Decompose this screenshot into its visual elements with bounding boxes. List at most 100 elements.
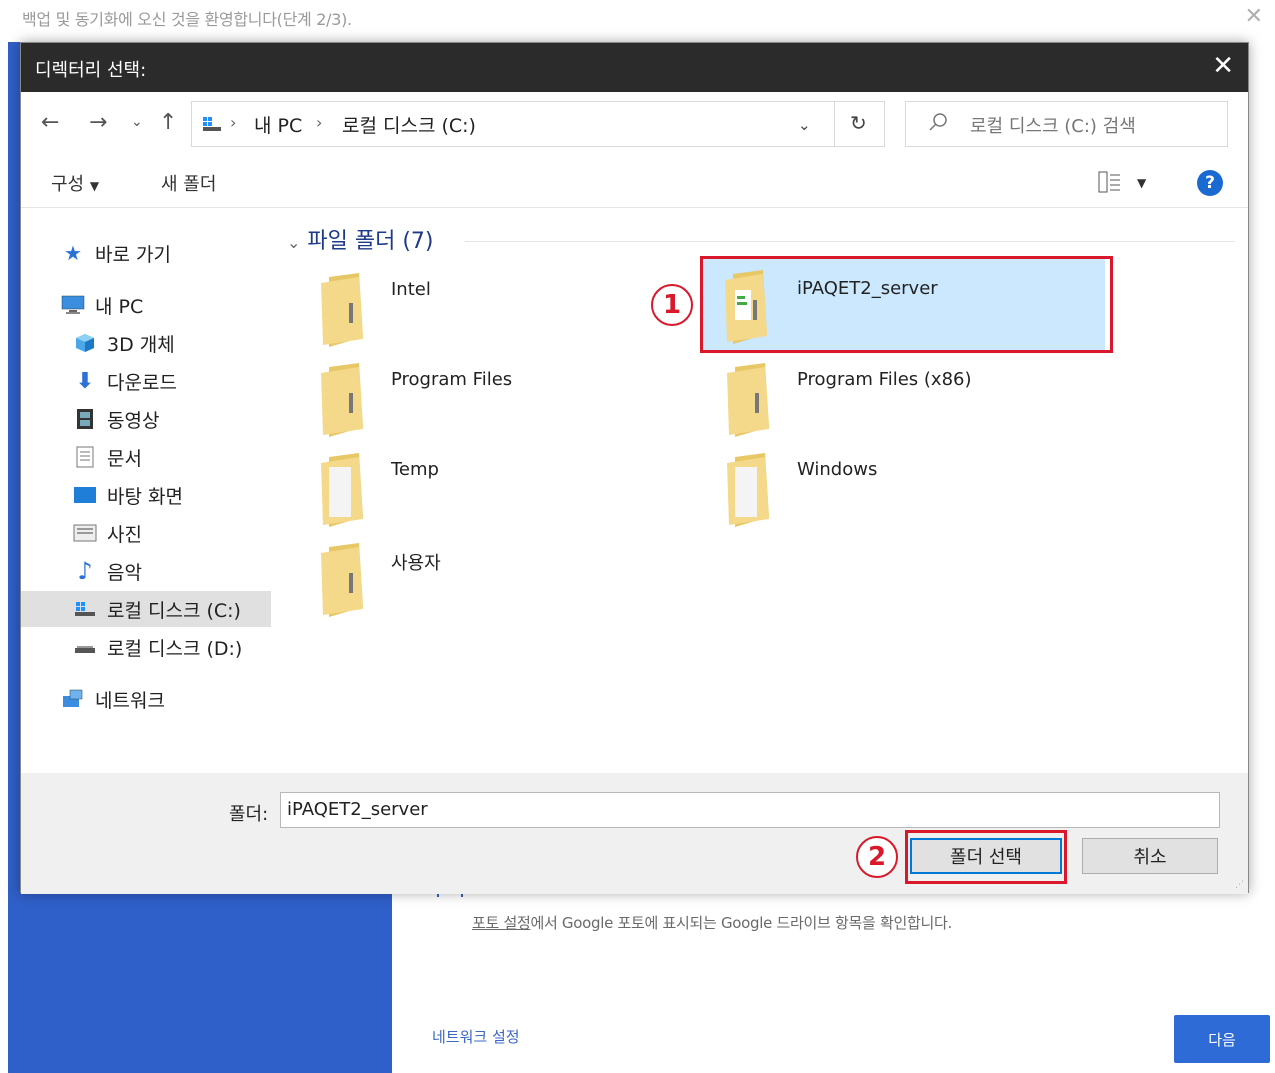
dropdown-arrow-icon: ▼ xyxy=(89,179,100,193)
breadcrumb-separator: › xyxy=(230,113,237,132)
search-placeholder: 로컬 디스크 (C:) 검색 xyxy=(970,116,1136,137)
callout-box-2 xyxy=(905,830,1067,884)
view-dropdown-icon[interactable]: ▼ xyxy=(1137,176,1146,190)
forward-icon[interactable]: → xyxy=(89,110,107,135)
address-divider xyxy=(834,102,835,146)
dialog-title: 디렉터리 선택: xyxy=(35,60,147,81)
folder-name-input[interactable]: iPAQET2_server xyxy=(280,792,1220,828)
sidebar-item-local-disk-c[interactable]: 로컬 디스크 (C:) xyxy=(21,591,271,627)
breadcrumb-separator: › xyxy=(316,113,323,132)
drive-icon xyxy=(73,598,97,620)
folder-icon xyxy=(321,453,363,527)
sidebar-item-3d-objects[interactable]: 3D 개체 xyxy=(21,325,271,361)
search-box[interactable]: 로컬 디스크 (C:) 검색 xyxy=(905,101,1228,147)
folder-field-label: 폴더: xyxy=(229,804,269,825)
computer-icon xyxy=(61,294,85,316)
star-icon: ★ xyxy=(64,241,82,265)
google-photos-info: 포토 설정에서 Google 포토에 표시되는 Google 드라이브 항목을 … xyxy=(472,912,952,933)
navigation-pane: ★ 바로 가기 내 PC 3D 개체 ⬇ 다운로드 동영상 문서 바탕 화면 사… xyxy=(21,209,271,769)
folder-name: Intel xyxy=(391,279,431,300)
dialog-titlebar: 디렉터리 선택: ✕ xyxy=(21,43,1248,92)
sidebar-item-label: 음악 xyxy=(107,561,142,584)
folder-name: 사용자 xyxy=(391,553,441,574)
folder-item-program-files-x86[interactable]: Program Files (x86) xyxy=(695,355,1099,445)
organize-menu[interactable]: 구성 ▼ xyxy=(51,170,99,196)
address-dropdown-icon[interactable]: ⌄ xyxy=(798,116,811,134)
group-header-label: 파일 폴더 (7) xyxy=(307,229,434,254)
address-bar[interactable]: › 내 PC › 로컬 디스크 (C:) ⌄ ↻ xyxy=(191,101,885,147)
sidebar-item-label: 문서 xyxy=(107,447,142,470)
sidebar-item-documents[interactable]: 문서 xyxy=(21,439,271,475)
cancel-button[interactable]: 취소 xyxy=(1082,838,1218,874)
drive-icon xyxy=(73,636,97,658)
photo-settings-link[interactable]: 포토 설정 xyxy=(472,914,531,932)
breadcrumb-local-disk-c[interactable]: 로컬 디스크 (C:) xyxy=(342,111,476,138)
folder-name: Windows xyxy=(797,459,878,480)
folder-icon xyxy=(321,273,363,347)
next-button[interactable]: 다음 xyxy=(1174,1015,1270,1063)
help-icon[interactable]: ? xyxy=(1197,170,1223,196)
navigation-bar: ← → ⌄ ↑ › 내 PC › 로컬 디스크 (C:) ⌄ ↻ 로컬 디스크 … xyxy=(21,92,1248,158)
dialog-close-icon[interactable]: ✕ xyxy=(1212,51,1234,81)
background-window-title: 백업 및 동기화에 오신 것을 환영합니다(단계 2/3). xyxy=(22,10,352,29)
back-icon[interactable]: ← xyxy=(41,110,59,135)
sidebar-item-label: 동영상 xyxy=(107,409,160,432)
folder-item-intel[interactable]: Intel xyxy=(289,265,693,355)
network-settings-link[interactable]: 네트워크 설정 xyxy=(432,1026,520,1047)
sidebar-item-label: 로컬 디스크 (C:) xyxy=(107,599,241,622)
folder-icon xyxy=(321,363,363,437)
folder-item-temp[interactable]: Temp xyxy=(289,445,693,535)
cube-icon xyxy=(73,332,97,354)
download-icon: ⬇ xyxy=(75,368,95,394)
group-divider xyxy=(465,241,1235,242)
video-icon xyxy=(73,408,97,430)
group-header[interactable]: ⌄ 파일 폴더 (7) xyxy=(287,223,434,255)
sidebar-item-label: 다운로드 xyxy=(107,371,177,394)
recent-locations-icon[interactable]: ⌄ xyxy=(131,114,143,130)
music-icon: ♪ xyxy=(77,557,93,585)
sidebar-item-downloads[interactable]: ⬇ 다운로드 xyxy=(21,363,271,399)
callout-number-1: 1 xyxy=(651,284,693,326)
callout-box-1 xyxy=(700,256,1113,353)
directory-select-dialog: 디렉터리 선택: ✕ ← → ⌄ ↑ › 내 PC › 로컬 디스크 (C:) … xyxy=(20,42,1249,894)
sidebar-item-desktop[interactable]: 바탕 화면 xyxy=(21,477,271,513)
sidebar-item-this-pc[interactable]: 내 PC xyxy=(21,287,271,323)
sidebar-item-pictures[interactable]: 사진 xyxy=(21,515,271,551)
sidebar-item-local-disk-d[interactable]: 로컬 디스크 (D:) xyxy=(21,629,271,665)
desktop-icon xyxy=(73,484,97,506)
command-toolbar: 구성 ▼ 새 폴더 ▼ ? xyxy=(21,158,1248,208)
background-close-icon[interactable]: ✕ xyxy=(1245,4,1263,29)
callout-number-2: 2 xyxy=(856,836,898,878)
refresh-icon[interactable]: ↻ xyxy=(850,111,867,135)
sidebar-item-label: 로컬 디스크 (D:) xyxy=(107,637,243,660)
folder-icon xyxy=(321,543,363,617)
folder-name: Program Files (x86) xyxy=(797,369,972,390)
folder-icon xyxy=(727,453,769,527)
resize-grip-icon[interactable]: ⋰ xyxy=(1235,880,1244,890)
up-icon[interactable]: ↑ xyxy=(159,110,177,135)
sidebar-item-label: 바로 가기 xyxy=(95,243,171,266)
chevron-down-icon: ⌄ xyxy=(287,233,301,252)
document-icon xyxy=(73,446,97,468)
folder-item-users[interactable]: 사용자 xyxy=(289,535,693,625)
sidebar-item-videos[interactable]: 동영상 xyxy=(21,401,271,437)
view-options-icon[interactable] xyxy=(1098,170,1122,194)
drive-icon xyxy=(203,117,221,131)
folder-item-windows[interactable]: Windows xyxy=(695,445,1099,535)
google-photos-info-text: 에서 Google 포토에 표시되는 Google 드라이브 항목을 확인합니다… xyxy=(530,914,952,932)
sidebar-item-quick-access[interactable]: ★ 바로 가기 xyxy=(21,235,271,271)
folder-name: Temp xyxy=(391,459,439,480)
new-folder-button[interactable]: 새 폴더 xyxy=(161,170,216,196)
folder-item-program-files[interactable]: Program Files xyxy=(289,355,693,445)
folder-name: Program Files xyxy=(391,369,513,390)
organize-label: 구성 xyxy=(51,174,85,195)
breadcrumb-this-pc[interactable]: 내 PC xyxy=(254,111,302,138)
sidebar-item-network[interactable]: 네트워크 xyxy=(21,681,271,717)
sidebar-item-label: 내 PC xyxy=(95,295,144,318)
sidebar-item-label: 사진 xyxy=(107,523,142,546)
picture-icon xyxy=(73,522,97,544)
network-icon xyxy=(61,688,85,710)
search-icon xyxy=(929,113,947,131)
sidebar-item-music[interactable]: ♪ 음악 xyxy=(21,553,271,589)
sidebar-item-label: 3D 개체 xyxy=(107,333,175,356)
